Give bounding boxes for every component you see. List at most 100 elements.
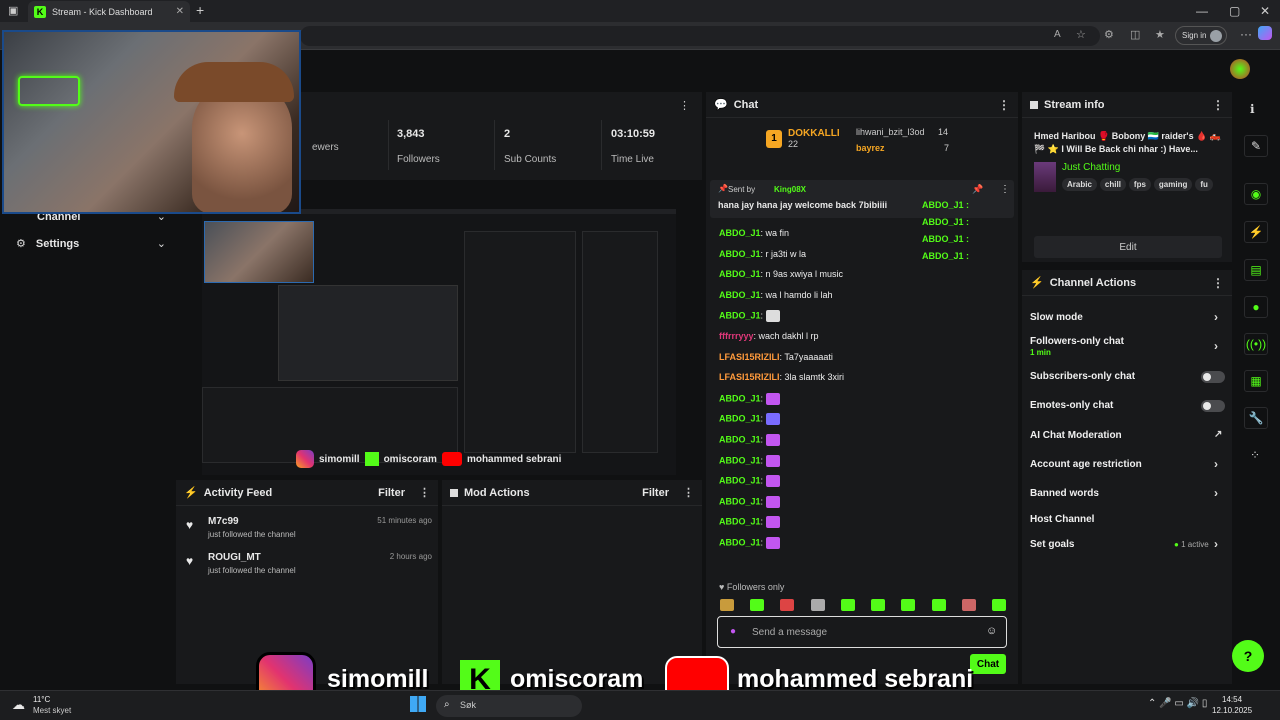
stats-menu-icon[interactable]: ⋮ bbox=[679, 99, 690, 112]
chat-emote-icon bbox=[765, 454, 780, 467]
chat-input[interactable]: ● Send a message ☺ bbox=[717, 616, 1007, 648]
chat-text: wach dakhl l rp bbox=[758, 331, 819, 341]
chat-username[interactable]: ABDO_J1 bbox=[719, 517, 761, 527]
chat-username[interactable]: LFASI15RIZILI bbox=[719, 372, 780, 382]
close-window-icon[interactable]: ✕ bbox=[1260, 4, 1270, 18]
menu-dots-icon[interactable]: ··· bbox=[1240, 27, 1252, 41]
action-sub: 1 min bbox=[1030, 348, 1051, 357]
chat-username[interactable]: fffrrryyy bbox=[719, 331, 754, 341]
channel-actions-menu-icon[interactable]: ⋮ bbox=[1212, 276, 1224, 290]
tag[interactable]: chill bbox=[1099, 178, 1126, 191]
instagram-icon bbox=[296, 450, 314, 468]
chat-username[interactable]: ABDO_J1 bbox=[719, 311, 761, 321]
mod-actions-header: Mod Actions Filter ⋮ bbox=[442, 480, 702, 506]
chat-message: ABDO_J1: bbox=[719, 537, 780, 549]
action-label: Subscribers-only chat bbox=[1030, 371, 1136, 382]
stream-preview[interactable]: simomill omiscoram mohammed sebrani bbox=[202, 209, 676, 475]
chat-tool-button[interactable]: ● bbox=[1244, 296, 1268, 318]
chat-username[interactable]: ABDO_J1 bbox=[719, 455, 761, 465]
maximize-icon[interactable]: ▢ bbox=[1229, 4, 1240, 18]
favorites-icon[interactable]: ★ bbox=[1155, 28, 1165, 41]
edit-button[interactable]: Edit bbox=[1034, 236, 1222, 258]
broadcast-tool-button[interactable]: ((•)) bbox=[1244, 333, 1268, 355]
edit-label: Edit bbox=[1119, 241, 1137, 253]
user-avatar[interactable] bbox=[1230, 59, 1250, 79]
mod-actions-panel: Mod Actions Filter ⋮ bbox=[442, 480, 702, 684]
pinned-menu-icon[interactable]: ⋮ bbox=[1000, 184, 1010, 195]
chat-menu-icon[interactable]: ⋮ bbox=[998, 98, 1010, 112]
chat-username[interactable]: ABDO_J1 bbox=[719, 537, 761, 547]
apps-icon[interactable]: ⁘ bbox=[1250, 448, 1260, 462]
mod-menu-icon[interactable]: ⋮ bbox=[683, 486, 694, 499]
new-tab-button[interactable]: + bbox=[196, 2, 204, 18]
edit-tool-button[interactable]: ✎ bbox=[1244, 135, 1268, 157]
chat-username[interactable]: ABDO_J1 bbox=[719, 434, 761, 444]
info-icon[interactable]: ℹ bbox=[1250, 102, 1255, 116]
send-chat-button[interactable]: Chat bbox=[970, 654, 1006, 674]
overlay-name: ABDO_J1 : bbox=[922, 217, 970, 227]
activity-menu-icon[interactable]: ⋮ bbox=[419, 486, 430, 499]
tag[interactable]: Arabic bbox=[1062, 178, 1097, 191]
chat-username[interactable]: ABDO_J1 bbox=[719, 414, 761, 424]
gifter-name: DOKKALLI bbox=[788, 128, 840, 139]
chat-username[interactable]: ABDO_J1 bbox=[719, 228, 761, 238]
start-icon[interactable] bbox=[410, 696, 426, 712]
minimize-icon[interactable]: — bbox=[1196, 4, 1208, 18]
stat-sub-counts: 2 Sub Counts bbox=[504, 128, 556, 165]
doc-tool-button[interactable]: ▤ bbox=[1244, 259, 1268, 281]
preview-youtube-handle: mohammed sebrani bbox=[466, 453, 562, 465]
bolt-tool-button[interactable]: ⚡ bbox=[1244, 221, 1268, 243]
microphone-icon[interactable]: ● bbox=[730, 626, 736, 637]
chat-username[interactable]: ABDO_J1 bbox=[719, 290, 761, 300]
close-tab-icon[interactable]: ✕ bbox=[176, 6, 184, 17]
sign-in-button[interactable]: Sign in bbox=[1175, 26, 1227, 45]
weather-temp: 11°C bbox=[33, 695, 51, 704]
url-field[interactable] bbox=[300, 26, 1100, 46]
tags: Arabic chill fps gaming fu bbox=[1062, 178, 1230, 192]
stream-title: Hmed Haribou 🥊 Bobony 🇸🇱 raider's 🩸 🛻 🏁 … bbox=[1034, 131, 1221, 154]
chat-message: ABDO_J1: bbox=[719, 454, 780, 467]
emoji-icon[interactable]: ☺ bbox=[986, 625, 997, 637]
tray-icons[interactable]: ⌃ 🎤 ▭ 🔊 ▯ bbox=[1148, 698, 1207, 709]
chat-text: Ta7yaaaaati bbox=[784, 351, 833, 362]
chat-username[interactable]: ABDO_J1 bbox=[719, 476, 761, 486]
help-button[interactable]: ? bbox=[1232, 640, 1264, 672]
mod-filter-button[interactable]: Filter bbox=[642, 487, 669, 499]
activity-filter-button[interactable]: Filter bbox=[378, 487, 405, 499]
unpin-icon[interactable]: 📌 bbox=[972, 184, 983, 195]
emote-bar[interactable] bbox=[720, 599, 1006, 613]
extensions-icon[interactable]: ⚙ bbox=[1104, 28, 1114, 41]
category-name[interactable]: Just Chatting bbox=[1062, 162, 1120, 173]
top-gifter-1: 1 DOKKALLI 22 bbox=[766, 128, 840, 149]
heart-icon: ♥ bbox=[186, 518, 194, 532]
tag[interactable]: gaming bbox=[1153, 178, 1193, 191]
layout-tool-button[interactable]: ▦ bbox=[1244, 370, 1268, 392]
wrench-tool-button[interactable]: 🔧 bbox=[1244, 407, 1268, 429]
copilot-icon[interactable] bbox=[1258, 26, 1272, 40]
split-screen-icon[interactable]: ◫ bbox=[1130, 28, 1140, 41]
chevron-down-icon: ⌄ bbox=[156, 238, 166, 250]
chat-message: ABDO_J1: bbox=[719, 413, 780, 426]
chat-username[interactable]: ABDO_J1 bbox=[719, 496, 761, 506]
tag[interactable]: fps bbox=[1128, 178, 1151, 191]
emotes-only-toggle[interactable] bbox=[1201, 400, 1225, 412]
goals-active-text: 1 active bbox=[1181, 540, 1209, 549]
chat-username[interactable]: ABDO_J1 bbox=[719, 393, 761, 403]
sidebar-toggle-icon[interactable]: ▣ bbox=[8, 4, 18, 17]
stream-info-menu-icon[interactable]: ⋮ bbox=[1212, 98, 1224, 112]
favorite-star-icon[interactable]: ☆ bbox=[1076, 28, 1086, 41]
taskbar-search[interactable]: ⌕ Søk bbox=[436, 695, 582, 717]
browser-tab[interactable]: K Stream - Kick Dashboard ✕ bbox=[28, 1, 190, 22]
chat-username[interactable]: LFASI15RIZILI bbox=[719, 352, 780, 362]
bolt-icon: ⚡ bbox=[184, 487, 198, 499]
read-aloud-icon[interactable]: A bbox=[1054, 29, 1061, 40]
chat-mode-label: ♥ Followers only bbox=[719, 582, 785, 592]
subscribers-only-toggle[interactable] bbox=[1201, 371, 1225, 383]
tag[interactable]: fu bbox=[1195, 178, 1213, 191]
camera-tool-button[interactable]: ◉ bbox=[1244, 183, 1268, 205]
pinned-text: hana jay hana jay welcome back 7bibiiii bbox=[718, 200, 888, 210]
sidebar-item-settings[interactable]: ⚙ Settings ⌄ bbox=[16, 237, 166, 251]
action-label: Account age restriction bbox=[1030, 459, 1142, 470]
chat-username[interactable]: ABDO_J1 bbox=[719, 269, 761, 279]
chat-username[interactable]: ABDO_J1 bbox=[719, 249, 761, 259]
